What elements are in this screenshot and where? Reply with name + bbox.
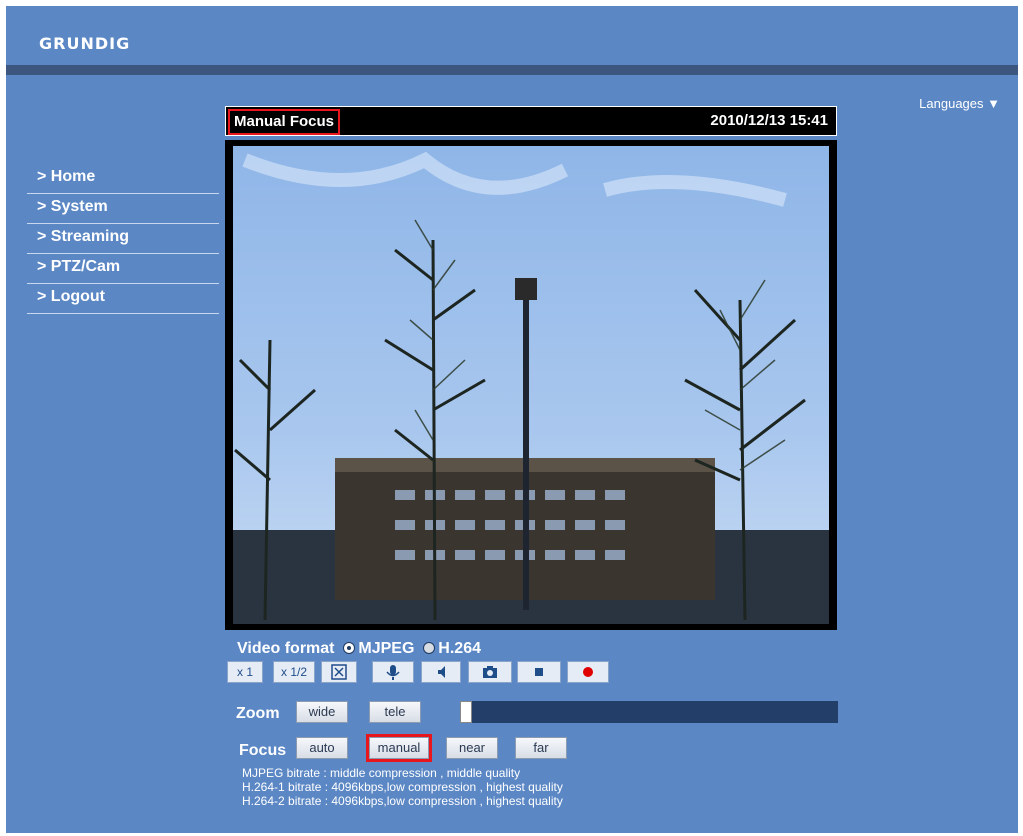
live-video-view[interactable]	[225, 140, 837, 630]
h264-1-bitrate-text: H.264-1 bitrate : 4096kbps,low compressi…	[242, 780, 563, 794]
h264-radio[interactable]	[423, 641, 436, 654]
fullscreen-button[interactable]	[321, 661, 357, 683]
x-half-button[interactable]: x 1/2	[273, 661, 315, 683]
camera-image	[233, 146, 829, 624]
zoom-wide-button[interactable]: wide	[296, 701, 348, 723]
header-divider	[6, 65, 1018, 75]
fullscreen-icon	[331, 664, 347, 680]
grundig-logo: GRUNDIG	[39, 34, 131, 53]
microphone-icon	[386, 665, 400, 680]
camera-icon	[483, 666, 497, 678]
h264-2-bitrate-text: H.264-2 bitrate : 4096kbps,low compressi…	[242, 794, 563, 808]
sidebar-item-ptz-cam[interactable]: > PTZ/Cam	[27, 254, 219, 284]
video-format-label: Video format	[237, 640, 335, 657]
focus-near-button[interactable]: near	[446, 737, 498, 759]
h264-label: H.264	[438, 640, 481, 657]
record-icon	[583, 667, 593, 677]
video-format-row: Video format MJPEG H.264	[237, 640, 481, 658]
page-frame: GRUNDIG Languages ▼ > Home > System > St…	[6, 6, 1018, 833]
sidebar-item-home[interactable]: > Home	[27, 164, 219, 194]
mjpeg-bitrate-text: MJPEG bitrate : middle compression , mid…	[242, 766, 521, 780]
record-button[interactable]	[567, 661, 609, 683]
focus-label: Focus	[239, 742, 287, 759]
mjpeg-label: MJPEG	[358, 640, 415, 657]
video-title: Manual Focus	[228, 109, 341, 135]
x1-button[interactable]: x 1	[227, 661, 263, 683]
focus-auto-button[interactable]: auto	[296, 737, 348, 759]
languages-menu[interactable]: Languages ▼	[919, 96, 1000, 111]
speaker-icon	[438, 666, 445, 678]
zoom-slider[interactable]	[460, 701, 838, 723]
snapshot-button[interactable]	[468, 661, 512, 683]
focus-manual-button[interactable]: manual	[366, 734, 432, 762]
zoom-slider-thumb[interactable]	[460, 701, 472, 723]
zoom-tele-button[interactable]: tele	[369, 701, 421, 723]
stop-button[interactable]	[517, 661, 561, 683]
sidebar-item-logout[interactable]: > Logout	[27, 284, 219, 314]
mjpeg-radio[interactable]	[343, 641, 356, 654]
zoom-label: Zoom	[236, 705, 280, 722]
video-title-bar: Manual Focus 2010/12/13 15:41	[225, 106, 837, 136]
bitrate-info: MJPEG bitrate : middle compression , mid…	[242, 766, 563, 808]
stop-icon	[535, 668, 543, 676]
header: GRUNDIG	[6, 6, 1018, 64]
sidebar-item-system[interactable]: > System	[27, 194, 219, 224]
sidebar-item-streaming[interactable]: > Streaming	[27, 224, 219, 254]
sidebar-nav: > Home > System > Streaming > PTZ/Cam > …	[27, 164, 219, 314]
video-timestamp: 2010/12/13 15:41	[710, 112, 828, 129]
speaker-button[interactable]	[421, 661, 461, 683]
microphone-button[interactable]	[372, 661, 414, 683]
focus-far-button[interactable]: far	[515, 737, 567, 759]
